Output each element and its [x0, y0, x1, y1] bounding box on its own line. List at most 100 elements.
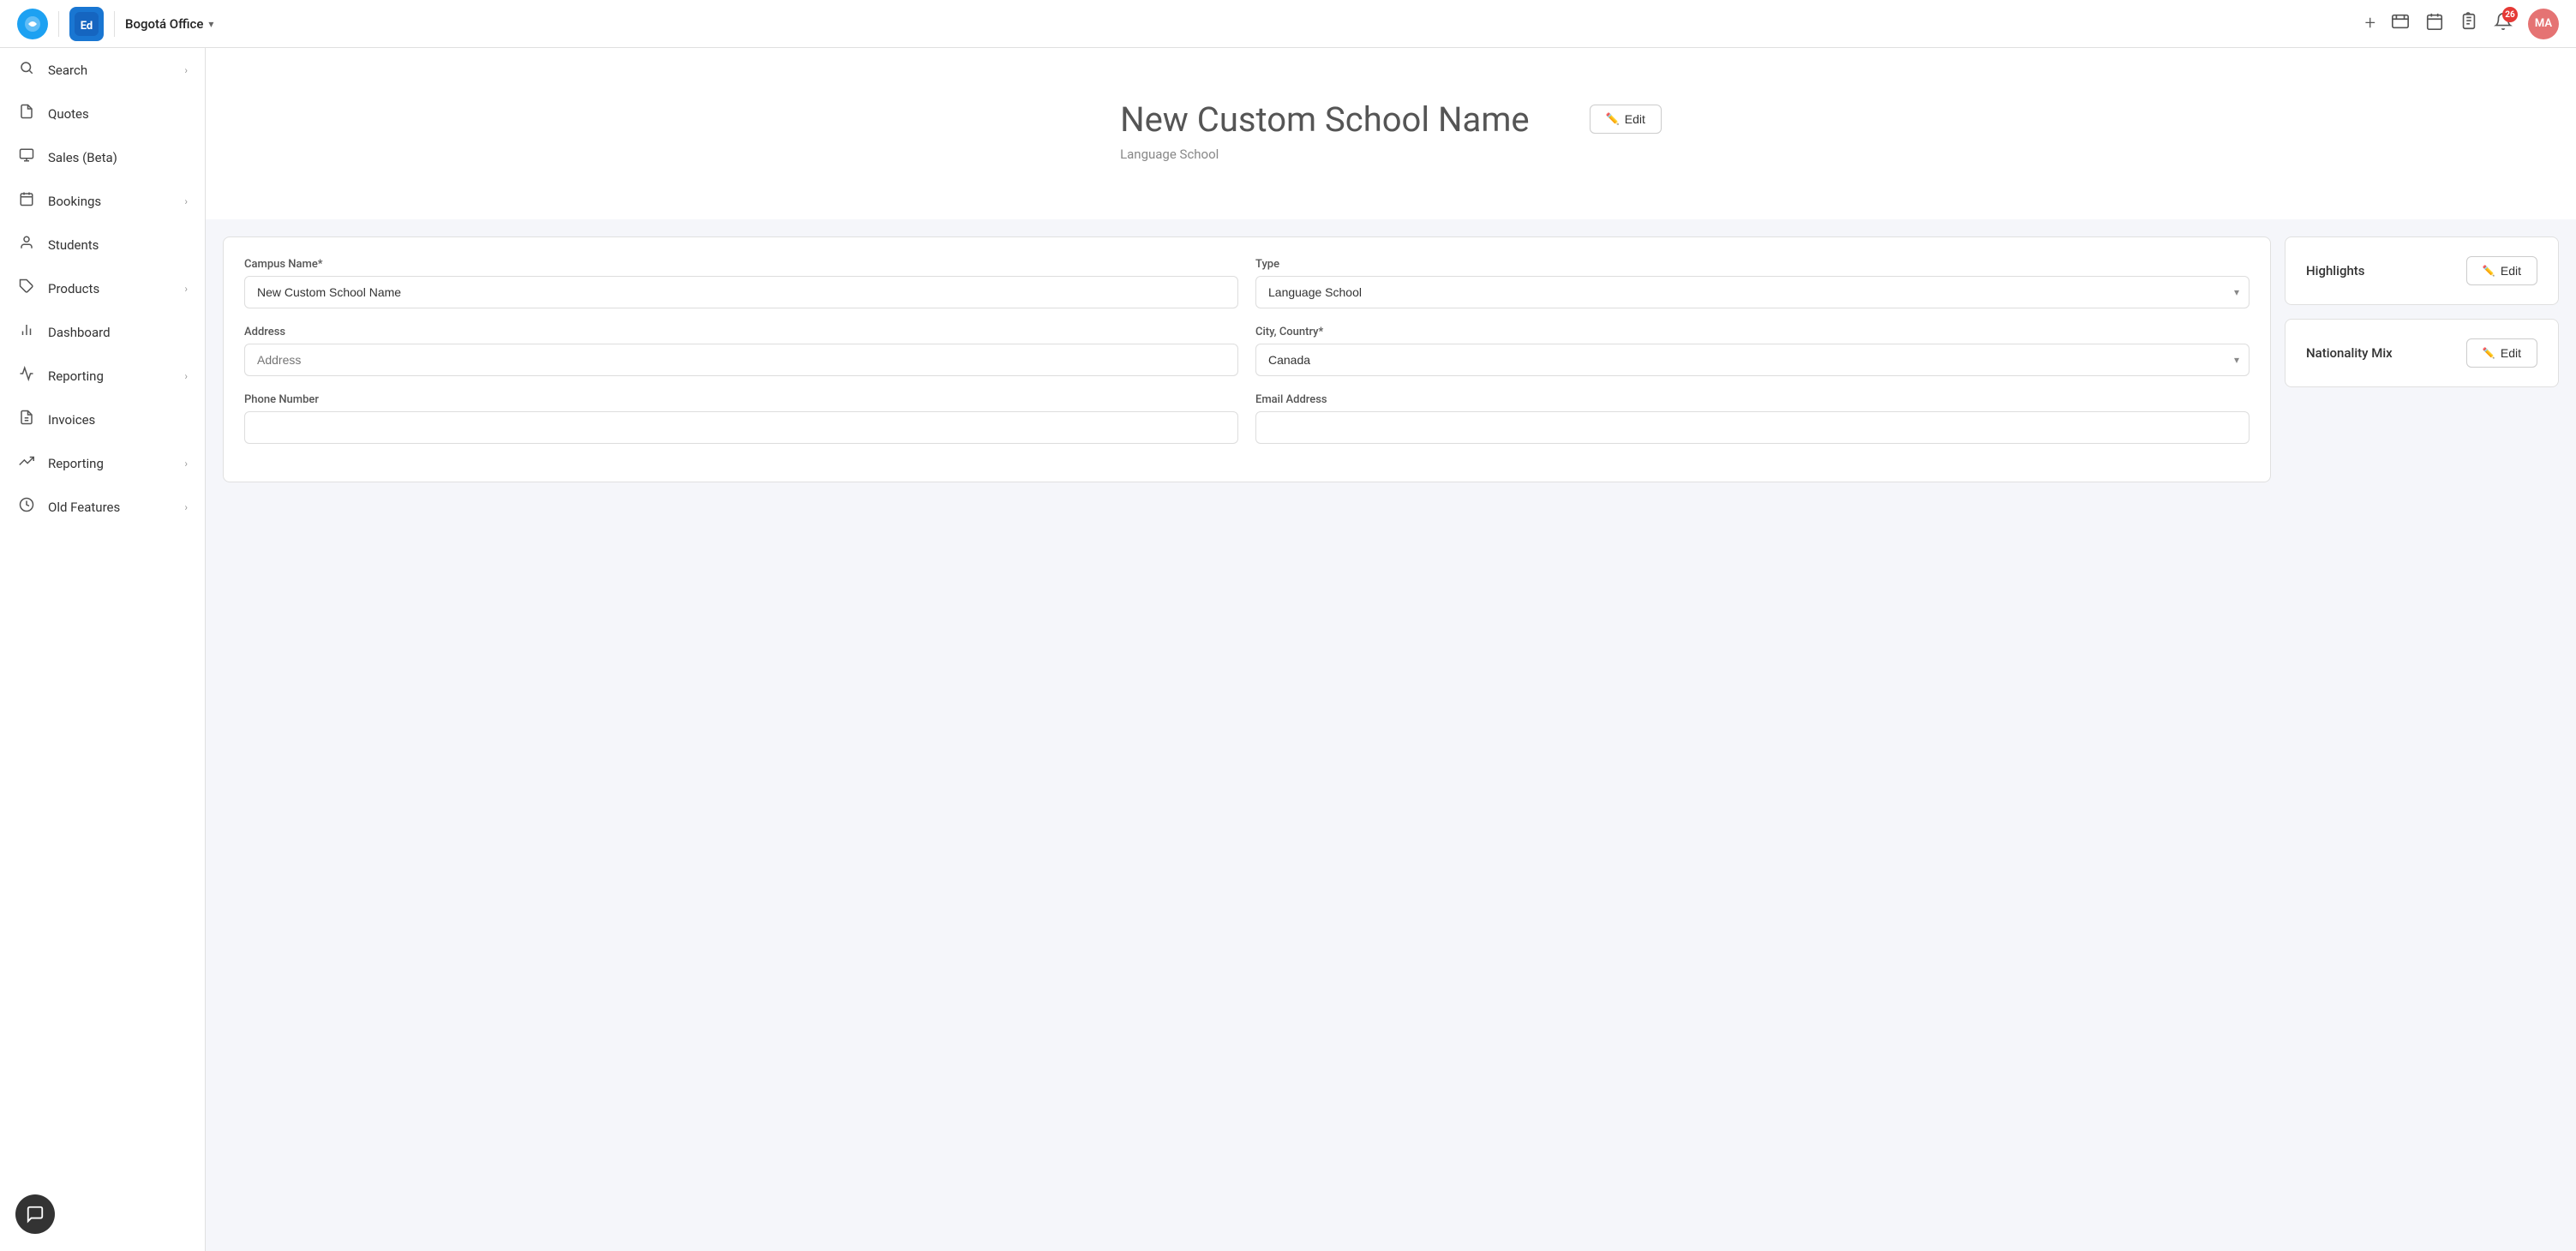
- address-field: Address: [244, 326, 1238, 376]
- highlights-title: Highlights: [2306, 263, 2365, 278]
- school-type: Language School: [1120, 147, 1530, 162]
- sidebar-label-search: Search: [48, 63, 87, 78]
- form-row-3: Phone Number Email Address: [244, 393, 2250, 444]
- notification-icon[interactable]: 26: [2494, 12, 2513, 35]
- nationality-mix-title: Nationality Mix: [2306, 345, 2393, 361]
- sidebar-label-sales: Sales (Beta): [48, 150, 117, 165]
- sidebar-item-search[interactable]: Search ›: [0, 48, 205, 92]
- city-country-label: City, Country*: [1255, 326, 2250, 338]
- app-header: Ed Bogotá Office ▾ +: [0, 0, 2576, 48]
- sidebar-item-invoices[interactable]: Invoices: [0, 398, 205, 441]
- svg-text:Ed: Ed: [81, 20, 93, 33]
- nationality-edit-label: Edit: [2501, 346, 2521, 360]
- address-label: Address: [244, 326, 1238, 338]
- search-icon: [17, 60, 36, 80]
- type-select[interactable]: Language School: [1255, 276, 2250, 308]
- form-section: Campus Name* Type Language School ▾: [206, 219, 2576, 500]
- email-input[interactable]: [1255, 411, 2250, 444]
- form-row-1: Campus Name* Type Language School ▾: [244, 258, 2250, 308]
- nationality-mix-edit-button[interactable]: ✏️ Edit: [2466, 338, 2537, 368]
- app-logo-square[interactable]: Ed: [69, 7, 104, 41]
- type-label: Type: [1255, 258, 2250, 271]
- quotes-icon: [17, 104, 36, 123]
- form-row-2: Address City, Country* Canada ▾: [244, 326, 2250, 376]
- sidebar-item-products[interactable]: Products ›: [0, 266, 205, 310]
- sidebar-item-dashboard[interactable]: Dashboard: [0, 310, 205, 354]
- campus-name-label: Campus Name*: [244, 258, 1238, 271]
- office-selector[interactable]: Bogotá Office ▾: [125, 16, 213, 32]
- sidebar: Search › Quotes Sales: [0, 48, 206, 1251]
- header-actions: + 26 MA: [2365, 9, 2559, 39]
- sidebar-label-products: Products: [48, 281, 99, 296]
- nationality-mix-card: Nationality Mix ✏️ Edit: [2285, 319, 2559, 387]
- clipboard-icon[interactable]: [2459, 12, 2478, 35]
- city-country-select[interactable]: Canada: [1255, 344, 2250, 376]
- edit-pencil-icon: ✏️: [1606, 112, 1620, 126]
- sidebar-label-quotes: Quotes: [48, 106, 89, 122]
- sidebar-label-reporting-new: Reporting: [48, 456, 104, 471]
- sidebar-label-invoices: Invoices: [48, 412, 95, 428]
- campus-name-input[interactable]: [244, 276, 1238, 308]
- reporting-old-icon: [17, 366, 36, 386]
- sidebar-label-dashboard: Dashboard: [48, 325, 111, 340]
- school-name: New Custom School Name: [1120, 99, 1530, 140]
- type-select-wrapper: Language School ▾: [1255, 276, 2250, 308]
- calendar-icon[interactable]: [2425, 12, 2444, 35]
- type-field: Type Language School ▾: [1255, 258, 2250, 308]
- old-features-icon: [17, 497, 36, 517]
- sidebar-item-reporting-new[interactable]: Reporting ›: [0, 441, 205, 485]
- chevron-right-icon: ›: [184, 64, 188, 76]
- highlights-edit-icon: ✏️: [2483, 265, 2495, 277]
- highlights-edit-label: Edit: [2501, 264, 2521, 278]
- address-input[interactable]: [244, 344, 1238, 376]
- school-header-section: New Custom School Name Language School ✏…: [206, 48, 2576, 219]
- email-field: Email Address: [1255, 393, 2250, 444]
- user-avatar[interactable]: MA: [2528, 9, 2559, 39]
- chevron-right-icon-4: ›: [184, 370, 188, 382]
- sidebar-item-old-features[interactable]: Old Features ›: [0, 485, 205, 529]
- sidebar-item-sales[interactable]: Sales (Beta): [0, 135, 205, 179]
- content-area: New Custom School Name Language School ✏…: [206, 48, 2576, 1251]
- products-icon: [17, 278, 36, 298]
- school-header-inner: New Custom School Name Language School ✏…: [1120, 99, 1662, 162]
- chat-button[interactable]: [15, 1194, 55, 1234]
- school-edit-button[interactable]: ✏️ Edit: [1590, 105, 1662, 134]
- school-title-block: New Custom School Name Language School: [1120, 99, 1530, 162]
- sidebar-label-students: Students: [48, 237, 99, 253]
- bookings-icon: [17, 191, 36, 211]
- school-edit-label: Edit: [1625, 112, 1645, 126]
- chevron-right-icon-2: ›: [184, 195, 188, 207]
- email-label: Email Address: [1255, 393, 2250, 406]
- city-country-field: City, Country* Canada ▾: [1255, 326, 2250, 376]
- dashboard-icon: [17, 322, 36, 342]
- office-name: Bogotá Office: [125, 16, 203, 32]
- sidebar-label-old-features: Old Features: [48, 500, 120, 515]
- phone-input[interactable]: [244, 411, 1238, 444]
- nationality-edit-icon: ✏️: [2483, 347, 2495, 359]
- side-cards: Highlights ✏️ Edit Nationality Mix ✏️ Ed…: [2285, 236, 2559, 482]
- inbox-icon[interactable]: [2391, 12, 2410, 35]
- main-form-card: Campus Name* Type Language School ▾: [223, 236, 2271, 482]
- chevron-right-icon-6: ›: [184, 501, 188, 513]
- add-icon[interactable]: +: [2365, 13, 2375, 34]
- office-chevron-icon: ▾: [208, 18, 213, 30]
- phone-label: Phone Number: [244, 393, 1238, 406]
- sales-icon: [17, 147, 36, 167]
- chevron-right-icon-3: ›: [184, 283, 188, 295]
- app-logo-circle: [17, 9, 48, 39]
- sidebar-item-students[interactable]: Students: [0, 223, 205, 266]
- sidebar-label-bookings: Bookings: [48, 194, 101, 209]
- header-divider: [58, 11, 59, 37]
- students-icon: [17, 235, 36, 254]
- sidebar-item-reporting-old[interactable]: Reporting ›: [0, 354, 205, 398]
- header-divider-2: [114, 11, 115, 37]
- highlights-edit-button[interactable]: ✏️ Edit: [2466, 256, 2537, 285]
- city-country-select-wrapper: Canada ▾: [1255, 344, 2250, 376]
- header-left: Ed Bogotá Office ▾: [17, 7, 213, 41]
- main-layout: Search › Quotes Sales: [0, 48, 2576, 1251]
- sidebar-label-reporting-old: Reporting: [48, 368, 104, 384]
- reporting-new-icon: [17, 453, 36, 473]
- sidebar-item-quotes[interactable]: Quotes: [0, 92, 205, 135]
- sidebar-item-bookings[interactable]: Bookings ›: [0, 179, 205, 223]
- chevron-right-icon-5: ›: [184, 458, 188, 470]
